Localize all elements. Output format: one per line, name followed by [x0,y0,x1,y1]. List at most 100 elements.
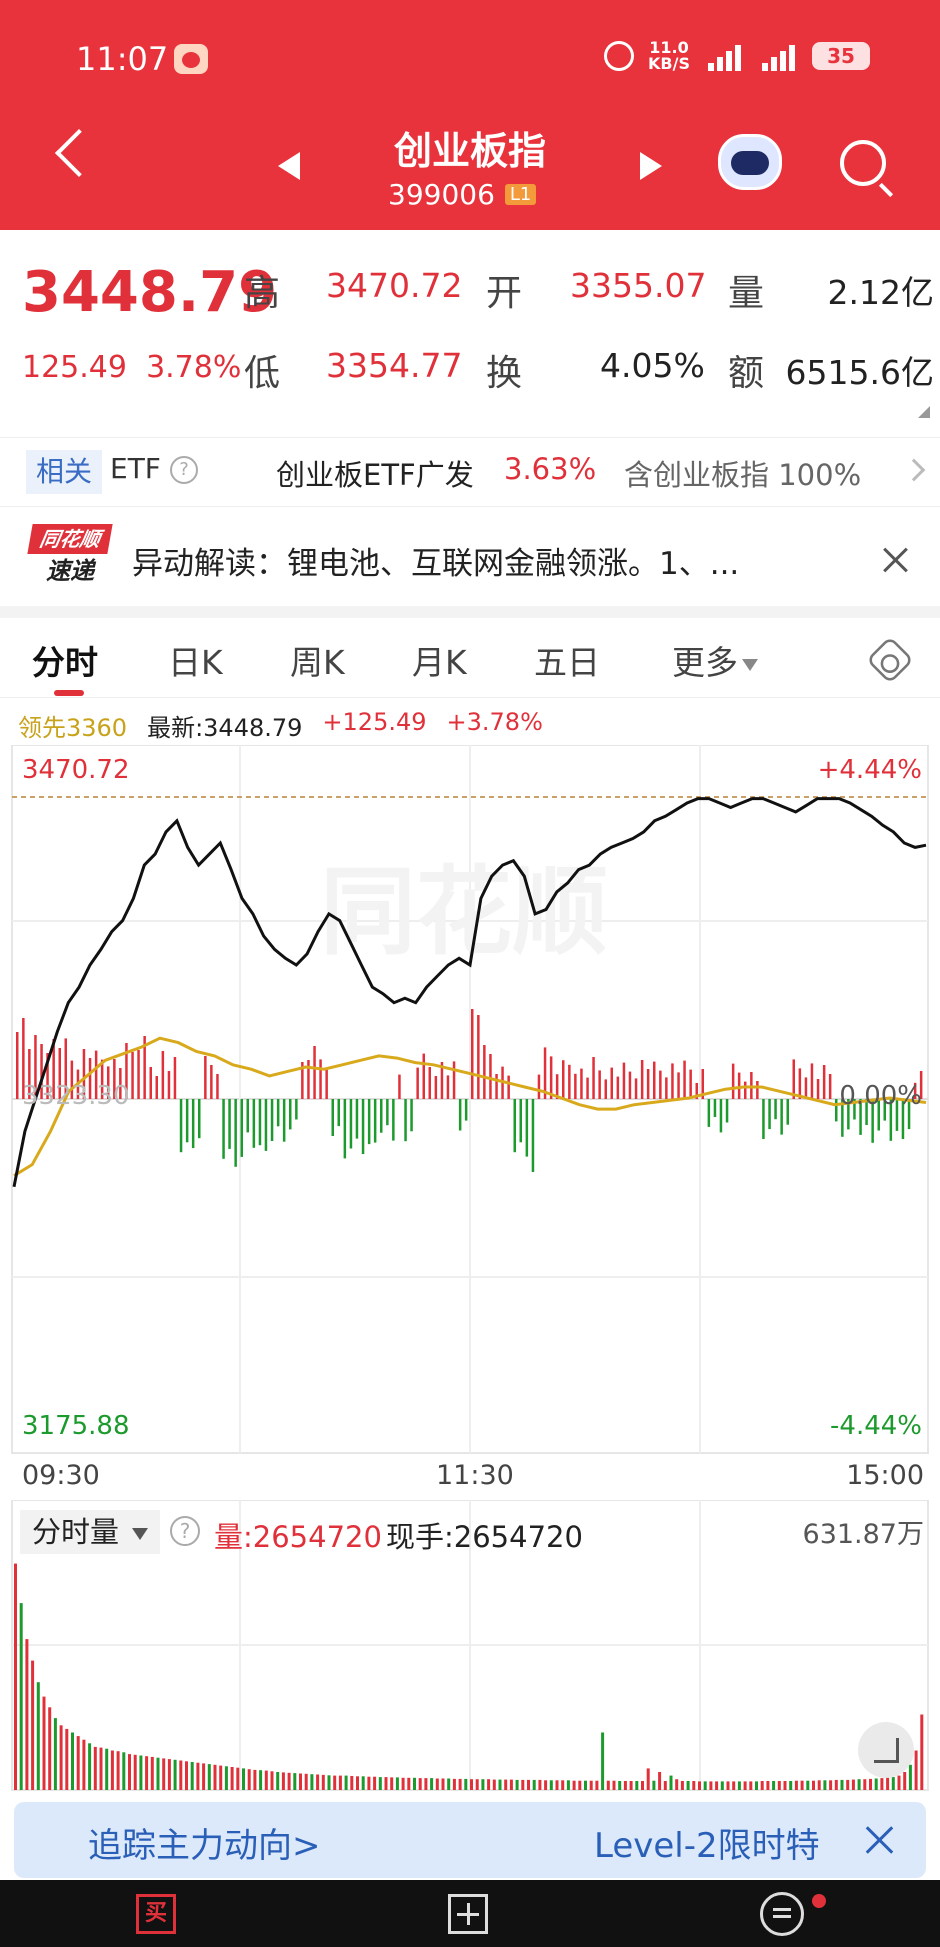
tab-more[interactable]: 更多 [672,636,758,684]
volume-bar [509,1779,513,1790]
volume-bar [287,1772,291,1791]
volume-bar [612,1780,616,1790]
related-etf-row[interactable]: 相关 ETF ? 创业板ETF广发 3.63% 含创业板指 100% [0,437,940,507]
flow-bar [289,1099,292,1130]
turnover-value: 4.05% [600,346,705,385]
volume-bar [259,1770,263,1790]
intraday-chart[interactable]: 同花顺 3470.72 +4.44% 3323.30 0.00% 3175.88… [0,744,940,1460]
volume-bar [361,1776,365,1790]
flow-bar [707,1099,711,1127]
volume-bar [338,1775,342,1790]
high-value: 3470.72 [326,266,463,305]
flow-bar [185,1099,189,1143]
flow-bar [774,1099,777,1120]
volume-bar [658,1772,662,1790]
buy-button[interactable]: 买 [136,1894,176,1934]
volume-bar [629,1781,633,1790]
tab-daily-k[interactable]: 日K [168,636,223,684]
settings-icon[interactable] [865,635,915,685]
volume-bar [270,1771,274,1790]
flow-bar [191,1099,195,1149]
volume-bar [777,1781,781,1790]
close-icon[interactable] [882,546,910,574]
volume-bar [880,1778,884,1790]
volume-bar [373,1776,377,1790]
volume-bar [447,1778,451,1790]
volume-bar [504,1779,508,1790]
promo-banner[interactable]: 追踪主力动向> Level-2限时特 [14,1802,926,1878]
volume-bar [527,1779,530,1790]
chart-info-line: 领先3360 最新:3448.79 +125.49 +3.78% [18,708,543,743]
search-icon[interactable] [840,140,886,186]
tab-weekly-k[interactable]: 周K [290,636,345,684]
volume-type-select[interactable]: 分时量 [20,1510,161,1554]
volume-bar [566,1780,570,1790]
add-icon[interactable] [448,1894,488,1934]
flow-bar [616,1076,620,1099]
help-icon[interactable]: ? [170,1516,200,1546]
assistant-robot-icon[interactable] [718,134,782,190]
volume-bar [703,1781,707,1790]
volume-bar [293,1773,297,1790]
flow-bar [689,1069,692,1099]
flow-bar [756,1081,759,1099]
flow-bar [149,1067,152,1099]
flow-bar [598,1070,601,1099]
related-type: ETF [110,452,161,485]
close-icon[interactable] [864,1824,896,1856]
volume-bar [555,1780,559,1790]
help-icon[interactable]: ? [170,456,198,484]
tab-intraday[interactable]: 分时 [32,636,98,684]
tab-monthly-k[interactable]: 月K [412,636,467,684]
news-banner[interactable]: 同花顺 速递 异动解读：锂电池、互联网金融领涨。1、... [0,510,940,606]
promo-right-text[interactable]: Level-2限时特 [594,1818,820,1867]
next-stock-button[interactable] [640,152,662,180]
volume-bar [737,1781,741,1790]
flow-bar [471,1009,474,1099]
volume-bar [190,1762,194,1790]
expand-corner-icon[interactable] [918,406,930,418]
flow-bar [737,1072,741,1099]
flow-bar [392,1099,395,1141]
prev-stock-button[interactable] [278,152,300,180]
chart-mid-pct: 0.00% [839,1081,922,1111]
flow-bar [386,1099,389,1126]
back-button[interactable] [54,128,104,178]
volume-bar [202,1763,206,1790]
signal-icon-1 [704,41,744,71]
volume-label: 量 [728,273,765,314]
flow-bar [367,1099,371,1145]
news-logo-top: 同花顺 [27,524,113,554]
fullscreen-icon[interactable] [858,1722,914,1778]
flow-bar [331,1099,334,1136]
header: 11:07 11.0 KB/S 35 创业板指 399006 L1 [0,0,940,230]
flow-bar [319,1059,322,1099]
volume-bar [53,1718,57,1790]
promo-left-text[interactable]: 追踪主力动向> [88,1818,321,1867]
app-root: 11:07 11.0 KB/S 35 创业板指 399006 L1 3448.79… [0,0,940,1947]
volume-bar [857,1779,861,1790]
volume-bar [863,1779,867,1790]
flow-bar [337,1099,340,1127]
menu-icon[interactable] [760,1892,804,1936]
volume-bar [173,1759,177,1790]
chart-top-pct: +4.44% [817,755,922,785]
volume-bar [760,1781,764,1790]
news-text: 异动解读：锂电池、互联网金融领涨。1、... [132,546,740,582]
volume-bar [424,1778,428,1790]
volume-bar [196,1762,200,1790]
volume-bar [441,1778,445,1790]
flow-bar [404,1099,407,1142]
volume-bar [869,1778,872,1790]
caret-down-icon [132,1528,149,1540]
news-logo-bottom: 速递 [46,557,94,585]
flow-bar [610,1067,613,1099]
volume-bar [601,1732,605,1790]
volume-bar [544,1780,548,1790]
flow-bar [477,1015,480,1099]
volume-bar [663,1781,667,1790]
flow-bar [179,1099,183,1153]
volume-bar [458,1778,462,1790]
volume-bar [344,1775,348,1790]
tab-five-day[interactable]: 五日 [534,636,600,684]
